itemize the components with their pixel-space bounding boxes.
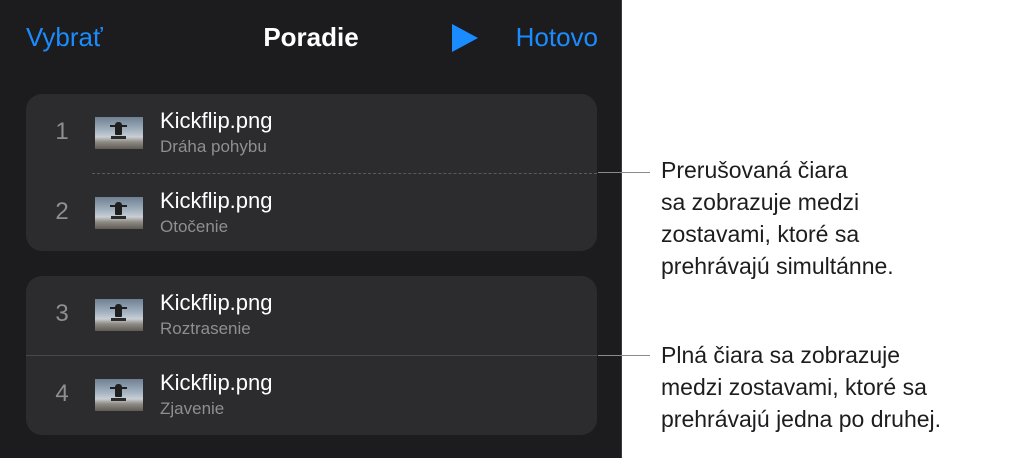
build-number: 4: [55, 380, 69, 407]
build-item-3[interactable]: 3 Kickflip.png Roztrasenie: [26, 276, 597, 356]
callout-line: prehrávajú simultánne.: [661, 253, 894, 279]
build-number: 2: [55, 198, 69, 225]
callout-leader-solid: [598, 355, 650, 356]
object-name: Kickflip.png: [160, 370, 273, 395]
object-name: Kickflip.png: [160, 290, 273, 315]
callout-line: zostavami, ktoré sa: [661, 221, 860, 247]
callout-line: Prerušovaná čiara: [661, 157, 848, 183]
object-name: Kickflip.png: [160, 188, 273, 213]
effect-name: Dráha pohybu: [160, 137, 267, 156]
object-name: Kickflip.png: [160, 108, 273, 133]
navigation-bar: Vybrať Poradie Hotovo: [0, 0, 622, 76]
callout-leader-dashed: [598, 172, 650, 173]
build-item-1[interactable]: 1 Kickflip.png Dráha pohybu: [26, 94, 597, 174]
image-thumbnail: [95, 299, 143, 331]
build-number: 1: [55, 118, 69, 145]
build-order-panel: Vybrať Poradie Hotovo 1 Kickflip.png Drá…: [0, 0, 622, 458]
effect-name: Zjavenie: [160, 399, 225, 418]
play-icon[interactable]: [450, 24, 478, 52]
callout-solid-line: Plná čiara sa zobrazuje medzi zostavami,…: [661, 339, 941, 435]
callout-dashed-line: Prerušovaná čiara sa zobrazuje medzi zos…: [661, 154, 894, 282]
build-group-simultaneous: 1 Kickflip.png Dráha pohybu 2 Kickflip.p…: [26, 94, 597, 251]
image-thumbnail: [95, 197, 143, 229]
build-item-2[interactable]: 2 Kickflip.png Otočenie: [26, 174, 597, 254]
build-number: 3: [55, 300, 69, 327]
callout-line: Plná čiara sa zobrazuje: [661, 342, 901, 368]
callout-line: sa zobrazuje medzi: [661, 189, 860, 215]
build-item-4[interactable]: 4 Kickflip.png Zjavenie: [26, 356, 597, 436]
callout-line: prehrávajú jedna po druhej.: [661, 406, 942, 432]
effect-name: Roztrasenie: [160, 319, 251, 338]
effect-name: Otočenie: [160, 217, 229, 236]
image-thumbnail: [95, 117, 143, 149]
build-group-sequential: 3 Kickflip.png Roztrasenie 4 Kickflip.pn…: [26, 276, 597, 435]
done-button[interactable]: Hotovo: [516, 22, 598, 53]
image-thumbnail: [95, 379, 143, 411]
callout-line: medzi zostavami, ktoré sa: [661, 374, 927, 400]
